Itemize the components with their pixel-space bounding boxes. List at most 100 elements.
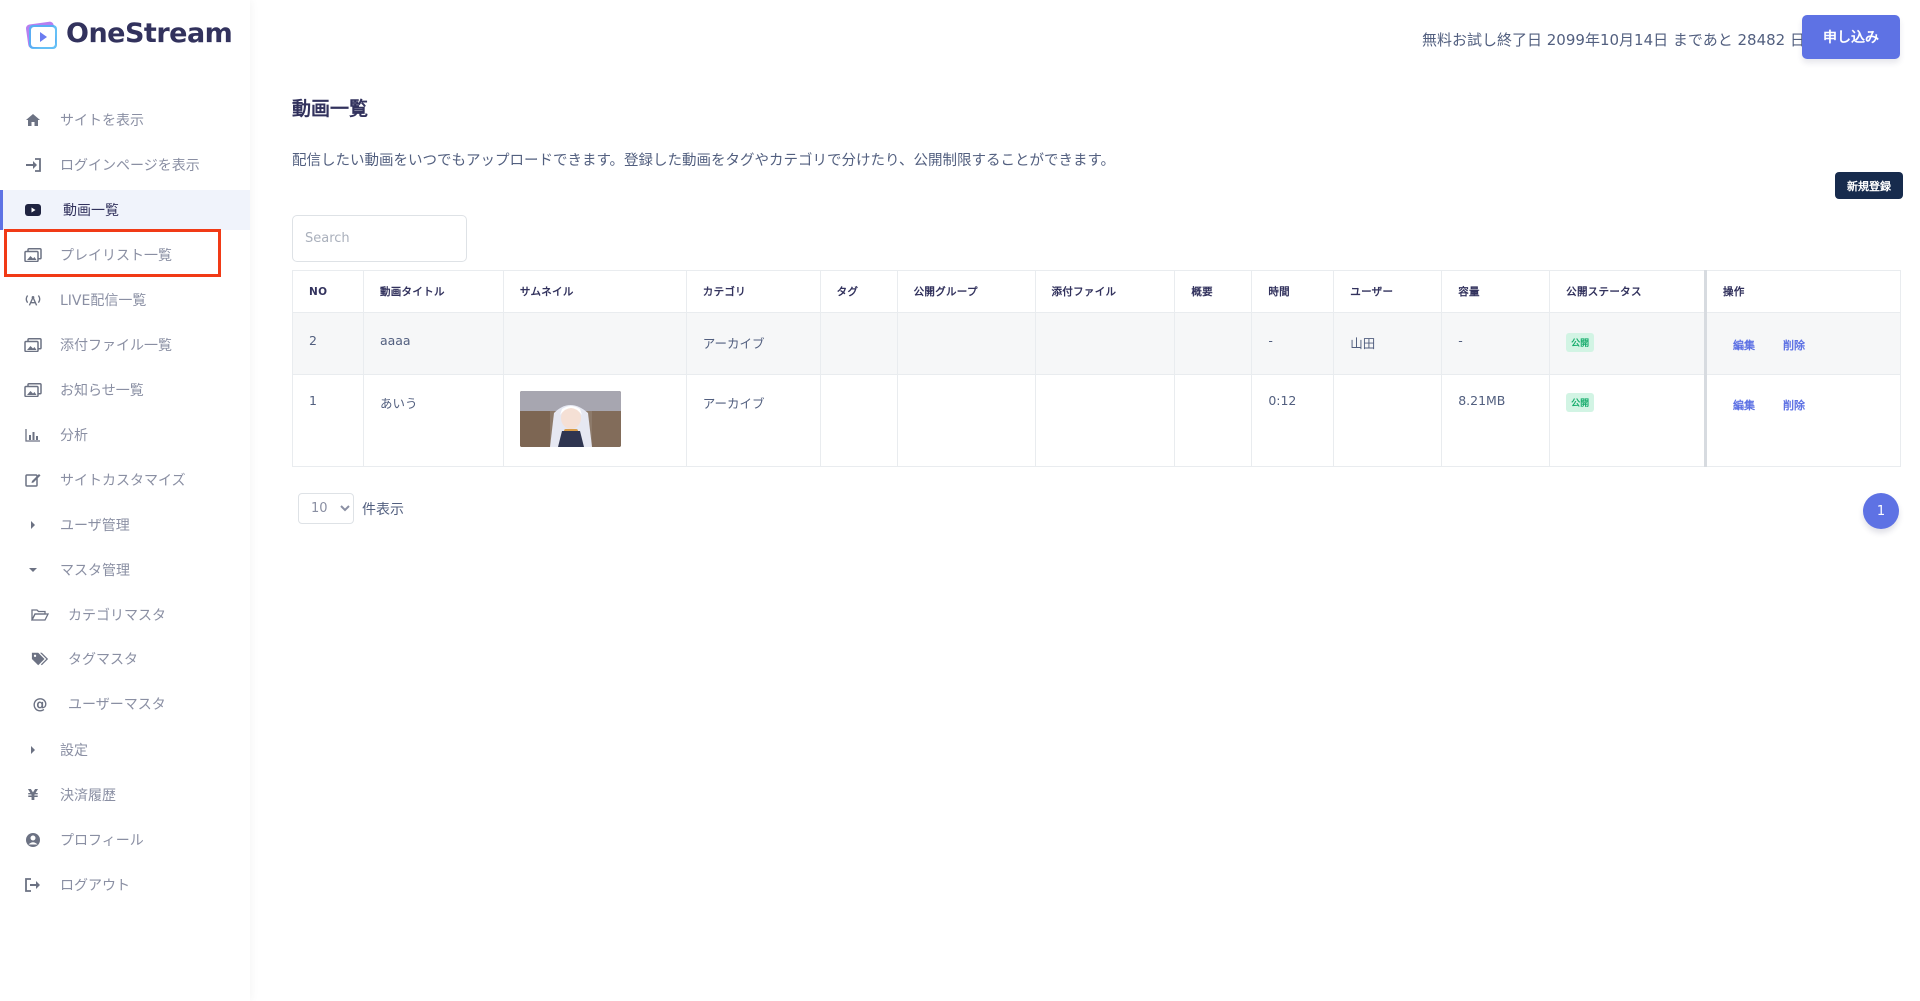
caret-right-icon xyxy=(24,516,42,534)
sidebar-item-label: ログアウト xyxy=(60,878,130,894)
cell-duration: 0:12 xyxy=(1251,374,1335,467)
sidebar: OneStream サイトを表示 ログインページを表示 動画一覧 プレイリスト一… xyxy=(0,0,250,1001)
delete-link[interactable]: 削除 xyxy=(1783,337,1805,353)
column-header-duration[interactable]: 時間 xyxy=(1251,270,1335,313)
cell-category: アーカイブ xyxy=(685,374,821,467)
cell-no: 2 xyxy=(292,312,364,375)
sidebar-item-label: ユーザ管理 xyxy=(60,518,130,534)
sidebar-item-label: 動画一覧 xyxy=(63,203,119,219)
tags-icon xyxy=(31,650,49,668)
sidebar-item-analytics[interactable]: 分析 xyxy=(0,415,250,455)
sidebar-item-category-master[interactable]: カテゴリマスタ xyxy=(0,595,250,635)
cell-title: あいう xyxy=(362,374,504,467)
delete-link[interactable]: 削除 xyxy=(1783,397,1805,413)
cell-title: aaaa xyxy=(362,312,504,375)
column-header-user[interactable]: ユーザー xyxy=(1333,270,1443,313)
sidebar-item-label: ユーザーマスタ xyxy=(68,697,166,713)
sidebar-item-label: ログインページを表示 xyxy=(60,158,200,174)
cell-status: 公開 xyxy=(1549,312,1707,375)
at-icon: @ xyxy=(32,695,48,713)
sidebar-item-customize[interactable]: サイトカスタマイズ xyxy=(0,460,250,500)
sidebar-item-payment-history[interactable]: ¥ 決済履歴 xyxy=(0,775,250,815)
sidebar-item-attachments[interactable]: 添付ファイル一覧 xyxy=(0,325,250,365)
images-icon xyxy=(24,381,42,399)
column-header-no[interactable]: NO xyxy=(292,270,364,313)
user-circle-icon xyxy=(24,831,42,849)
column-header-summary[interactable]: 概要 xyxy=(1174,270,1253,313)
sign-out-icon xyxy=(24,876,42,894)
column-header-attachment[interactable]: 添付ファイル xyxy=(1034,270,1176,313)
caret-right-icon xyxy=(24,741,42,759)
youtube-play-icon xyxy=(24,201,42,219)
sidebar-item-label: 分析 xyxy=(60,428,88,444)
sidebar-item-label: タグマスタ xyxy=(68,652,138,668)
annotation-highlight-box xyxy=(4,229,221,277)
video-thumbnail[interactable] xyxy=(519,391,621,447)
sidebar-item-settings[interactable]: 設定 xyxy=(0,730,250,770)
cell-group xyxy=(896,374,1036,467)
page-number-button[interactable]: 1 xyxy=(1863,493,1899,529)
page-title: 動画一覧 xyxy=(292,98,369,120)
cell-category: アーカイブ xyxy=(685,312,821,375)
table-row: 2 aaaa アーカイブ - 山田 - 公開 編集 削除 xyxy=(292,312,1901,375)
sidebar-item-profile[interactable]: プロフィール xyxy=(0,820,250,860)
column-header-actions: 操作 xyxy=(1704,270,1901,313)
column-header-status[interactable]: 公開ステータス xyxy=(1549,270,1707,313)
sidebar-item-label: サイトカスタマイズ xyxy=(60,473,186,489)
sidebar-item-logout[interactable]: ログアウト xyxy=(0,865,250,905)
table-header-row: NO 動画タイトル サムネイル カテゴリ タグ 公開グループ 添付ファイル 概要… xyxy=(292,270,1901,313)
sidebar-item-view-site[interactable]: サイトを表示 xyxy=(0,100,250,140)
cell-tag xyxy=(819,374,898,467)
sidebar-item-master-management[interactable]: マスタ管理 xyxy=(0,550,250,590)
edit-link[interactable]: 編集 xyxy=(1733,337,1755,353)
edit-link[interactable]: 編集 xyxy=(1733,397,1755,413)
sidebar-item-label: サイトを表示 xyxy=(60,113,144,129)
cell-actions: 編集 削除 xyxy=(1704,312,1901,375)
bar-chart-icon xyxy=(24,426,42,444)
column-header-tag[interactable]: タグ xyxy=(819,270,898,313)
cell-user: 山田 xyxy=(1333,312,1443,375)
status-badge: 公開 xyxy=(1566,393,1595,412)
table-row: 1 あいう アーカイブ 0:12 8.21MB 公開 編集 削除 xyxy=(292,374,1901,467)
column-header-size[interactable]: 容量 xyxy=(1441,270,1551,313)
cell-attachment xyxy=(1034,312,1176,375)
edit-icon xyxy=(24,471,42,489)
sidebar-item-videos[interactable]: 動画一覧 xyxy=(0,190,250,230)
cell-status: 公開 xyxy=(1549,374,1707,467)
app-name: OneStream xyxy=(66,18,233,49)
sidebar-item-label: マスタ管理 xyxy=(60,563,130,579)
sidebar-item-live[interactable]: LIVE配信一覧 xyxy=(0,280,250,320)
page-description: 配信したい動画をいつでもアップロードできます。登録した動画をタグやカテゴリで分け… xyxy=(292,153,1116,169)
new-video-button[interactable]: 新規登録 xyxy=(1835,172,1903,199)
sidebar-item-label: 添付ファイル一覧 xyxy=(60,338,172,354)
apply-button[interactable]: 申し込み xyxy=(1802,15,1900,59)
search-input[interactable] xyxy=(292,215,467,262)
folder-open-icon xyxy=(31,606,49,624)
caret-down-icon xyxy=(24,561,42,579)
broadcast-tower-icon xyxy=(24,291,42,309)
app-logo[interactable]: OneStream xyxy=(24,18,233,49)
sidebar-item-label: お知らせ一覧 xyxy=(60,383,144,399)
sidebar-item-label: カテゴリマスタ xyxy=(68,608,166,624)
cell-size: 8.21MB xyxy=(1441,374,1551,467)
cell-no: 1 xyxy=(292,374,364,467)
column-header-category[interactable]: カテゴリ xyxy=(685,270,821,313)
sidebar-item-label: LIVE配信一覧 xyxy=(60,293,147,309)
sidebar-item-tag-master[interactable]: タグマスタ xyxy=(0,639,250,679)
sidebar-item-notices[interactable]: お知らせ一覧 xyxy=(0,370,250,410)
column-header-title[interactable]: 動画タイトル xyxy=(362,270,504,313)
column-header-thumbnail[interactable]: サムネイル xyxy=(502,270,687,313)
column-header-group[interactable]: 公開グループ xyxy=(896,270,1036,313)
sidebar-item-label: プロフィール xyxy=(60,833,144,849)
sidebar-item-label: 決済履歴 xyxy=(60,788,116,804)
images-icon xyxy=(24,336,42,354)
page-size-select[interactable]: 10 xyxy=(298,493,354,524)
cell-summary xyxy=(1174,374,1253,467)
trial-expiry-text: 無料お試し終了日 2099年10月14日 まであと 28482 日 xyxy=(1422,31,1805,49)
sidebar-item-user-management[interactable]: ユーザ管理 xyxy=(0,505,250,545)
yen-icon: ¥ xyxy=(27,786,39,804)
cell-duration: - xyxy=(1251,312,1335,375)
sidebar-item-user-master[interactable]: @ ユーザーマスタ xyxy=(0,684,250,724)
cell-thumbnail xyxy=(502,374,687,467)
sidebar-item-view-login[interactable]: ログインページを表示 xyxy=(0,145,250,185)
